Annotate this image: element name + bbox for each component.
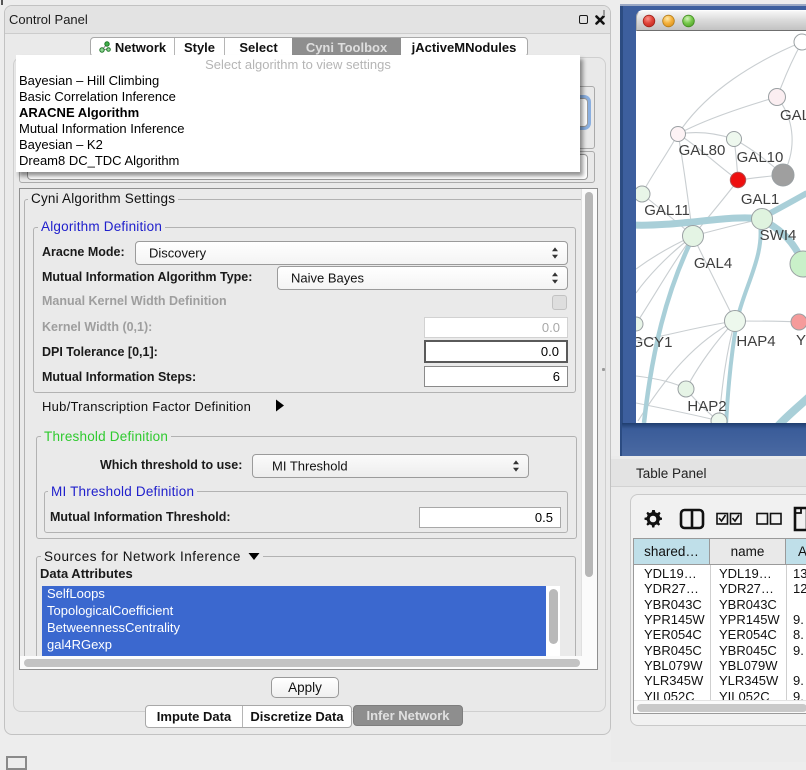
svg-text:HAP4: HAP4 bbox=[736, 333, 775, 350]
svg-text:GAL1: GAL1 bbox=[741, 191, 779, 208]
svg-text:HAP2: HAP2 bbox=[687, 398, 726, 415]
svg-text:SWI4: SWI4 bbox=[760, 227, 797, 244]
svg-text:GAL11: GAL11 bbox=[644, 202, 690, 219]
svg-text:GAL4: GAL4 bbox=[694, 255, 732, 272]
svg-text:GCY1: GCY1 bbox=[636, 334, 672, 351]
svg-text:GAL7: GAL7 bbox=[780, 107, 806, 124]
svg-text:YM: YM bbox=[796, 332, 806, 349]
svg-text:GAL10: GAL10 bbox=[737, 149, 784, 166]
svg-text:GAL80: GAL80 bbox=[679, 142, 726, 159]
